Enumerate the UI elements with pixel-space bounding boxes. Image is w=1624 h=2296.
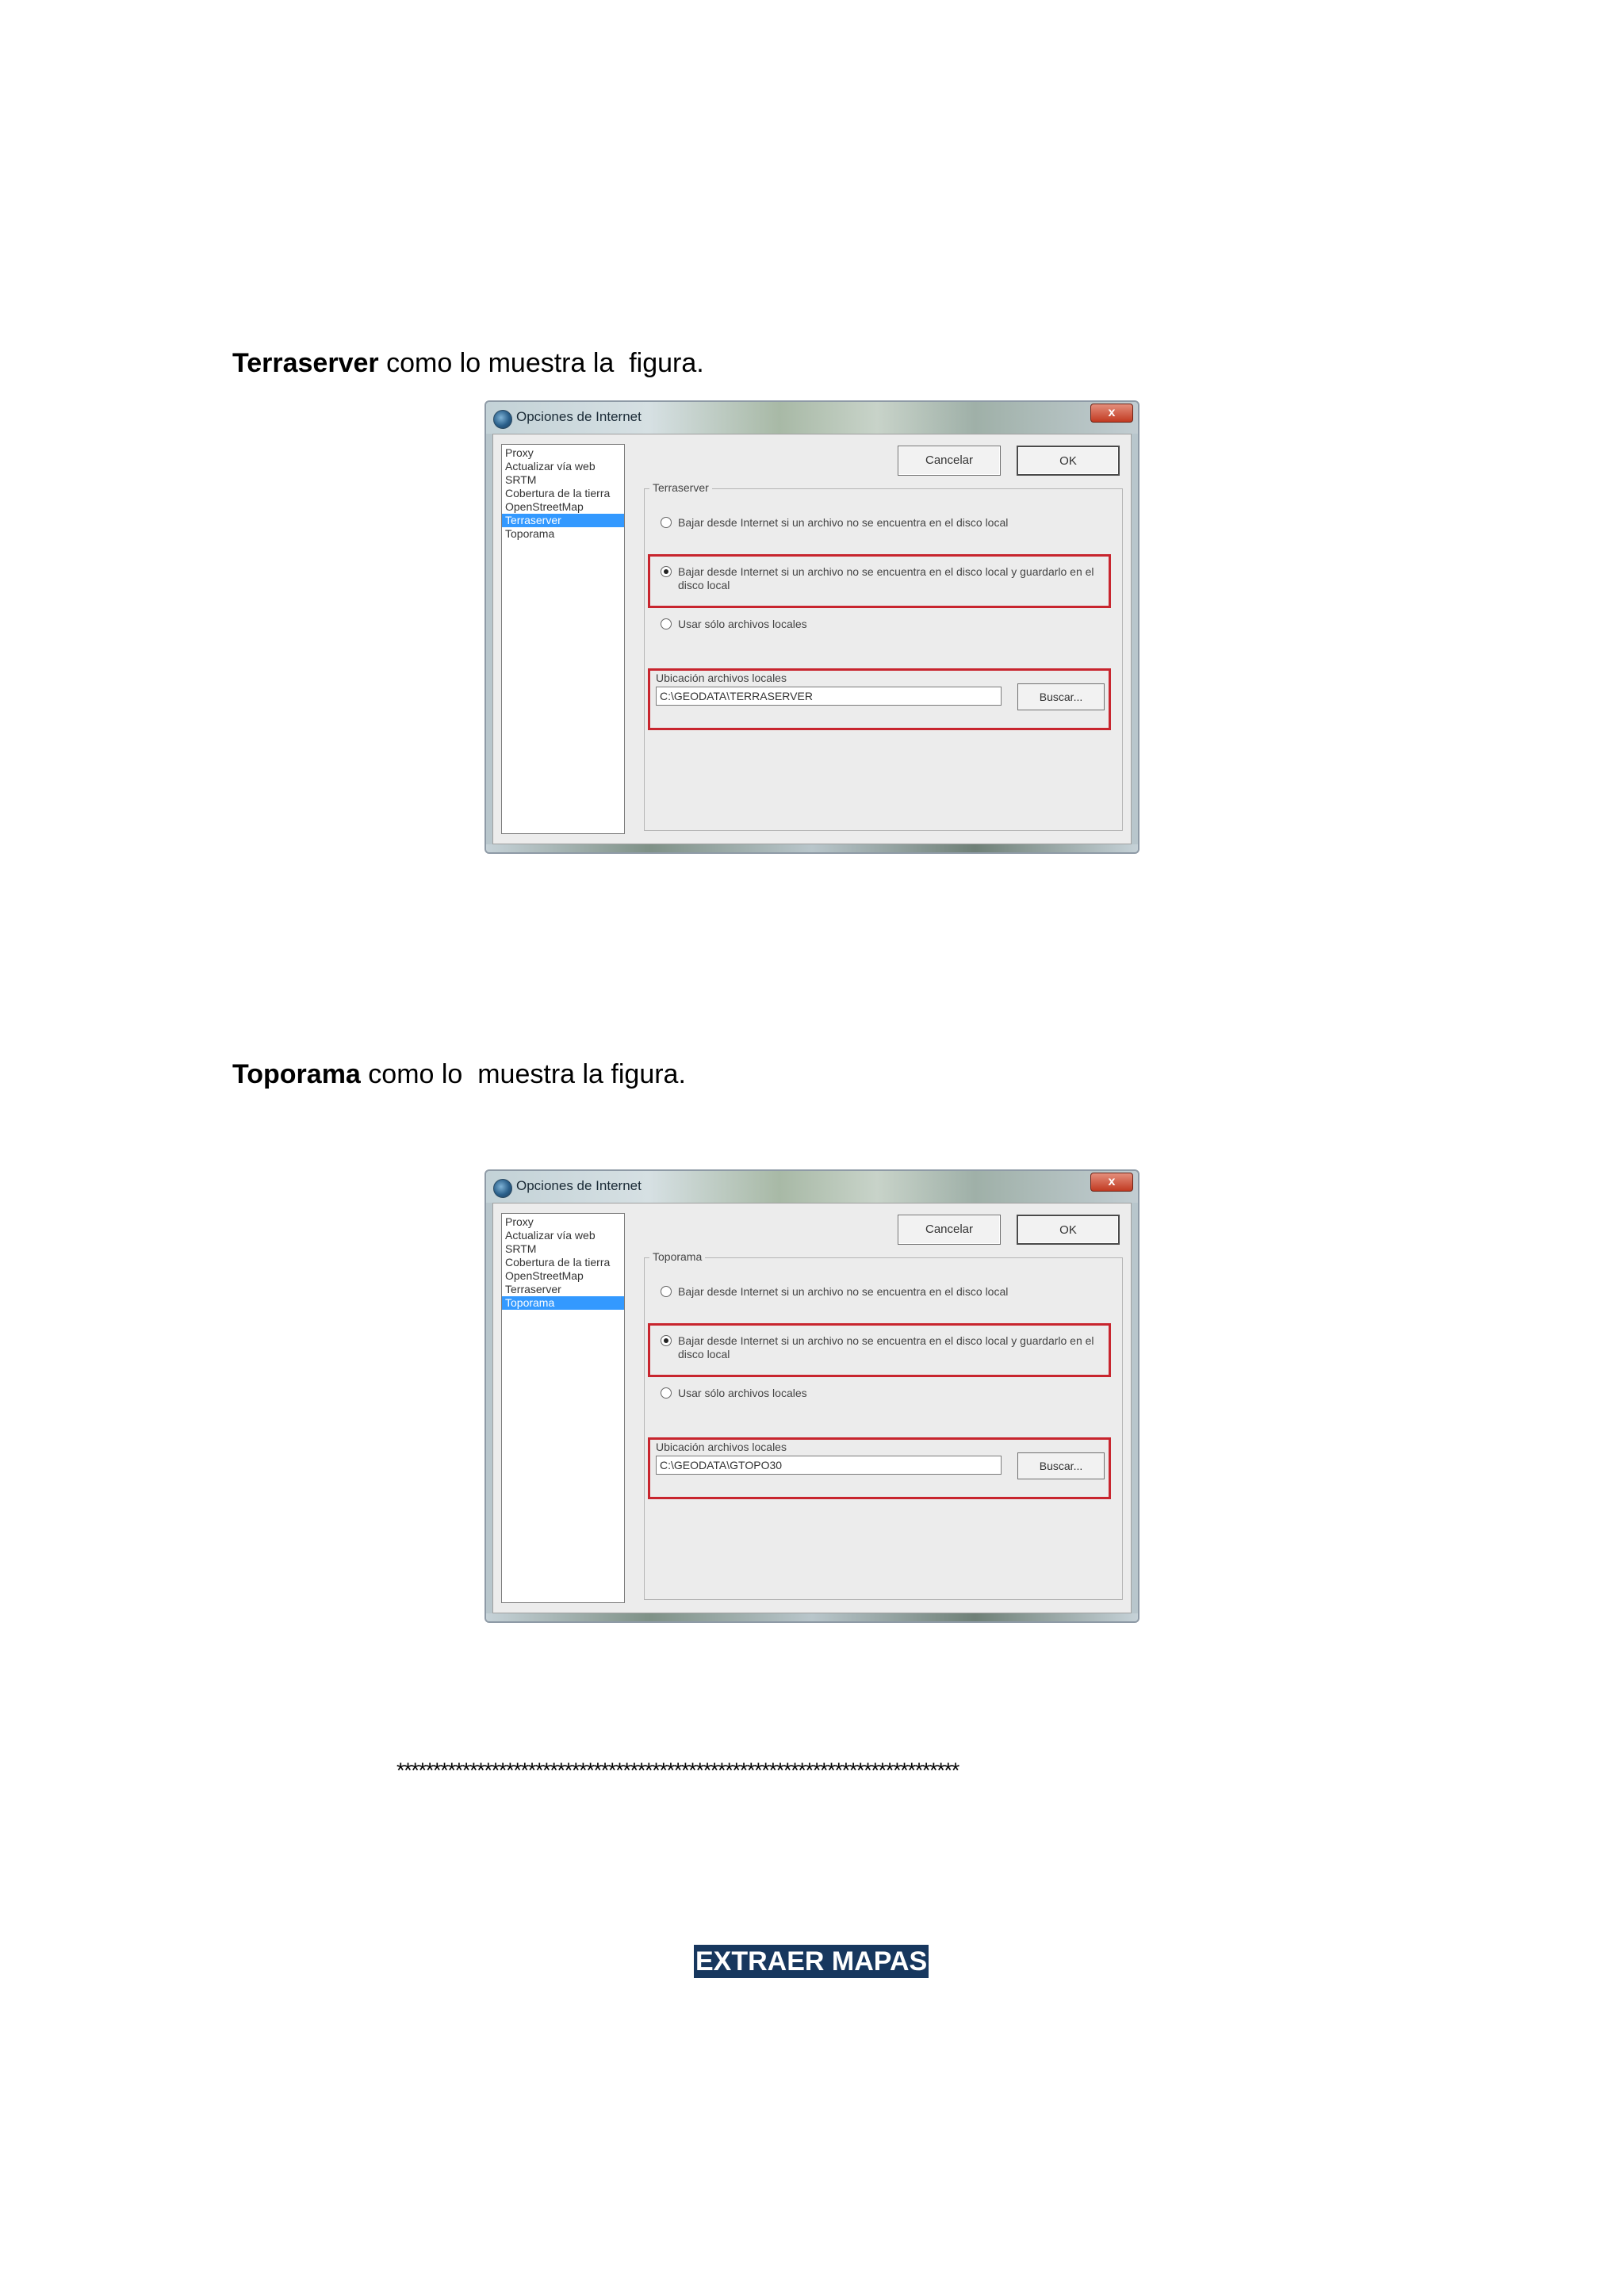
nav-item-openstreetmap[interactable]: OpenStreetMap <box>502 1269 624 1283</box>
nav-item-actualizar[interactable]: Actualizar vía web <box>502 1229 624 1242</box>
nav-item-proxy[interactable]: Proxy <box>502 1215 624 1229</box>
radio-label: Usar sólo archivos locales <box>678 618 807 630</box>
cancel-button[interactable]: Cancelar <box>898 1215 1001 1245</box>
close-button[interactable]: x <box>1090 404 1133 423</box>
radio-button[interactable] <box>661 1387 672 1399</box>
location-label: Ubicación archivos locales <box>656 1441 787 1453</box>
dialog-client-area: Proxy Actualizar vía web SRTM Cobertura … <box>492 1203 1132 1613</box>
radio-label: Usar sólo archivos locales <box>678 1387 807 1399</box>
browse-button[interactable]: Buscar... <box>1017 1452 1105 1479</box>
dialog-toporama: Opciones de Internet x Proxy Actualizar … <box>485 1169 1139 1623</box>
dialog-bottom-border <box>486 1613 1138 1621</box>
dialog-title: Opciones de Internet <box>516 1178 642 1193</box>
caption-terraserver: Terraserver como lo muestra la figura. <box>232 347 704 379</box>
dialog-title: Opciones de Internet <box>516 409 642 424</box>
location-input[interactable]: C:\GEODATA\TERRASERVER <box>656 687 1002 706</box>
group-label: Terraserver <box>649 481 712 494</box>
radio-button[interactable] <box>661 517 672 528</box>
radio-button[interactable] <box>661 618 672 629</box>
nav-item-toporama[interactable]: Toporama <box>502 1296 624 1310</box>
nav-item-cobertura[interactable]: Cobertura de la tierra <box>502 1256 624 1269</box>
nav-item-cobertura[interactable]: Cobertura de la tierra <box>502 487 624 500</box>
radio-label: Bajar desde Internet si un archivo no se… <box>678 565 1094 591</box>
options-category-list[interactable]: Proxy Actualizar vía web SRTM Cobertura … <box>501 444 625 834</box>
options-category-list[interactable]: Proxy Actualizar vía web SRTM Cobertura … <box>501 1213 625 1603</box>
dialog-bottom-border <box>486 844 1138 852</box>
dialog-client-area: Proxy Actualizar vía web SRTM Cobertura … <box>492 434 1132 844</box>
options-group: Terraserver Bajar desde Internet si un a… <box>644 481 1123 831</box>
nav-item-toporama[interactable]: Toporama <box>502 527 624 541</box>
radio-label: Bajar desde Internet si un archivo no se… <box>678 1285 1009 1298</box>
options-group: Toporama Bajar desde Internet si un arch… <box>644 1250 1123 1600</box>
ok-button[interactable]: OK <box>1017 1215 1120 1245</box>
section-heading: EXTRAER MAPAS <box>694 1945 929 1978</box>
radio-label: Bajar desde Internet si un archivo no se… <box>678 1334 1094 1360</box>
nav-item-proxy[interactable]: Proxy <box>502 446 624 460</box>
radio-button-checked[interactable] <box>661 1335 672 1346</box>
dialog-terraserver: Opciones de Internet x Proxy Actualizar … <box>485 400 1139 854</box>
location-label: Ubicación archivos locales <box>656 672 787 684</box>
globe-icon <box>493 1179 512 1198</box>
nav-item-actualizar[interactable]: Actualizar vía web <box>502 460 624 473</box>
caption-bold: Toporama <box>232 1059 361 1089</box>
group-label: Toporama <box>649 1250 706 1263</box>
titlebar[interactable]: Opciones de Internet x <box>486 402 1138 434</box>
globe-icon <box>493 410 512 429</box>
cancel-button[interactable]: Cancelar <box>898 446 1001 476</box>
location-input[interactable]: C:\GEODATA\GTOPO30 <box>656 1456 1002 1475</box>
nav-item-openstreetmap[interactable]: OpenStreetMap <box>502 500 624 514</box>
caption-text: como lo muestra la figura. <box>360 1059 686 1089</box>
caption-toporama: Toporama como lo muestra la figura. <box>232 1058 686 1090</box>
nav-item-srtm[interactable]: SRTM <box>502 473 624 487</box>
radio-button[interactable] <box>661 1286 672 1297</box>
radio-button-checked[interactable] <box>661 566 672 577</box>
nav-item-terraserver[interactable]: Terraserver <box>502 514 624 527</box>
asterisk-separator: ****************************************… <box>396 1758 959 1782</box>
browse-button[interactable]: Buscar... <box>1017 683 1105 710</box>
close-button[interactable]: x <box>1090 1173 1133 1192</box>
ok-button[interactable]: OK <box>1017 446 1120 476</box>
titlebar[interactable]: Opciones de Internet x <box>486 1171 1138 1203</box>
caption-text: como lo muestra la figura. <box>378 348 704 378</box>
nav-item-terraserver[interactable]: Terraserver <box>502 1283 624 1296</box>
nav-item-srtm[interactable]: SRTM <box>502 1242 624 1256</box>
caption-bold: Terraserver <box>232 348 379 378</box>
radio-label: Bajar desde Internet si un archivo no se… <box>678 516 1009 529</box>
